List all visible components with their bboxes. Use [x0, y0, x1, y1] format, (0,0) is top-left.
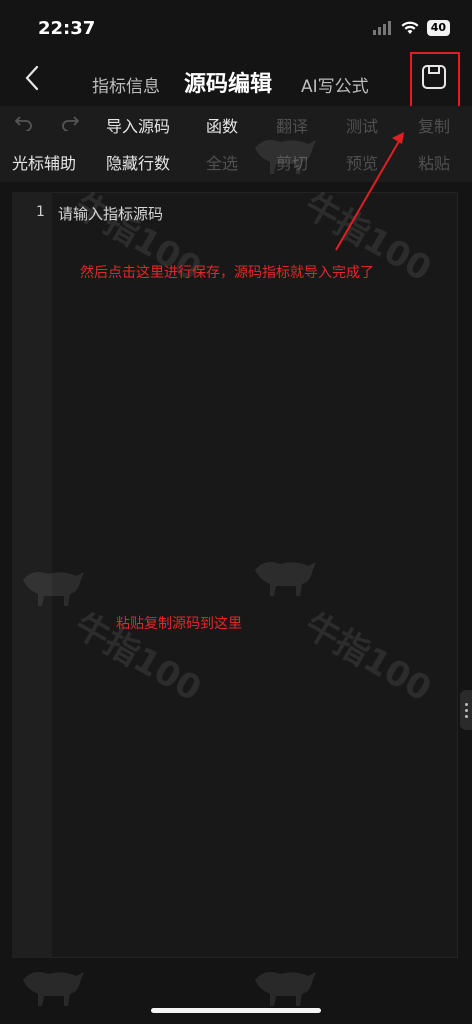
side-drag-handle[interactable] — [460, 690, 472, 730]
line-number: 1 — [36, 204, 45, 220]
tab-source-edit[interactable]: 源码编辑 — [184, 66, 272, 98]
cut-button[interactable]: 剪切 — [276, 150, 308, 174]
battery-indicator: 40 — [426, 20, 450, 36]
functions-button[interactable]: 函数 — [206, 113, 238, 137]
home-indicator[interactable] — [151, 1008, 321, 1013]
translate-button[interactable]: 翻译 — [276, 113, 308, 137]
paste-button[interactable]: 粘贴 — [418, 150, 450, 174]
import-source-button[interactable]: 导入源码 — [106, 113, 170, 137]
code-editor[interactable] — [12, 192, 458, 958]
status-icons: 40 — [372, 20, 450, 36]
redo-icon[interactable] — [60, 113, 80, 131]
cursor-assist-button[interactable]: 光标辅助 — [12, 150, 76, 174]
editor-placeholder[interactable]: 请输入指标源码 — [58, 203, 163, 224]
select-all-button[interactable]: 全选 — [206, 150, 238, 174]
tab-ai-formula[interactable]: AI写公式 — [301, 72, 369, 97]
wifi-icon — [401, 21, 419, 34]
line-gutter — [12, 192, 52, 958]
hide-lines-button[interactable]: 隐藏行数 — [106, 150, 170, 174]
status-time: 22:37 — [38, 18, 96, 39]
back-arrow-icon[interactable] — [20, 64, 44, 92]
bull-watermark-icon — [23, 972, 84, 1006]
save-icon[interactable] — [420, 63, 448, 91]
save-hint-annotation: 然后点击这里进行保存，源码指标就导入完成了 — [80, 265, 374, 281]
annotation-arrow-icon — [335, 132, 404, 251]
tab-indicator-info[interactable]: 指标信息 — [92, 72, 160, 97]
undo-icon[interactable] — [14, 113, 34, 131]
bull-watermark-icon — [255, 972, 316, 1006]
paste-hint-annotation: 粘贴复制源码到这里 — [116, 616, 242, 632]
signal-icon — [372, 21, 391, 35]
copy-button[interactable]: 复制 — [418, 113, 450, 137]
